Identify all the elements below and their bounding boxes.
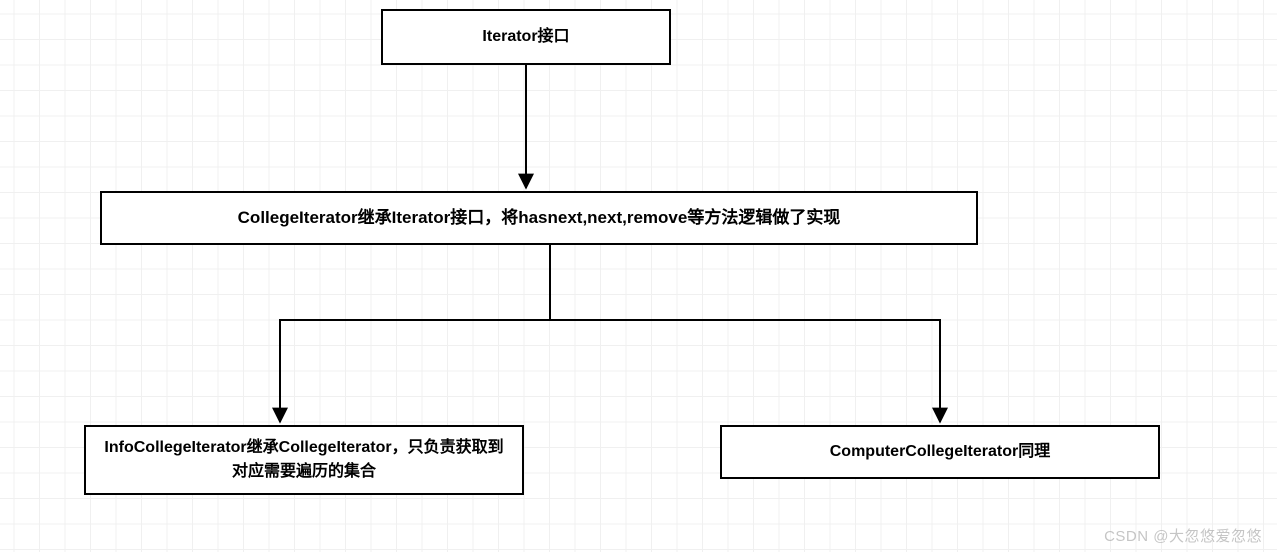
node-info-college-iterator: InfoCollegeIterator继承CollegeIterator，只负责… (84, 425, 524, 495)
node-label: InfoCollegeIterator继承CollegeIterator，只负责… (98, 436, 510, 484)
watermark: CSDN @大忽悠爱忽悠 (1104, 525, 1262, 546)
node-label: ComputerCollegeIterator同理 (830, 440, 1050, 464)
node-computer-college-iterator: ComputerCollegeIterator同理 (720, 425, 1160, 479)
node-iterator-interface: Iterator接口 (381, 9, 671, 65)
node-label: Iterator接口 (482, 25, 569, 49)
node-college-iterator: CollegeIterator继承Iterator接口，将hasnext,nex… (100, 191, 978, 245)
node-label: CollegeIterator继承Iterator接口，将hasnext,nex… (238, 205, 841, 231)
